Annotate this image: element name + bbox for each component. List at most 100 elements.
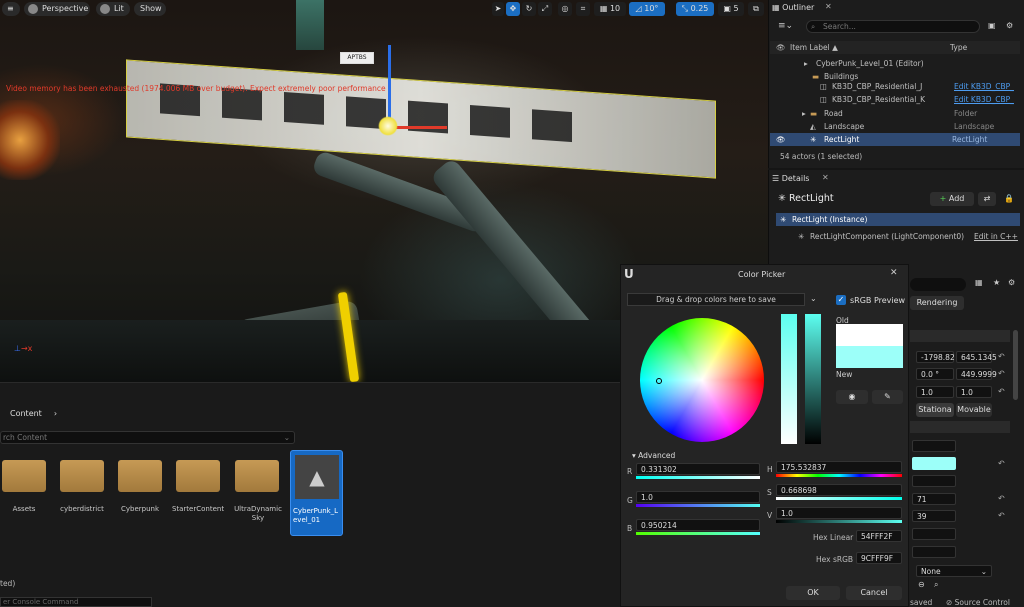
rotation-x-field[interactable]: 0.0 ° [916,368,954,380]
blueprint-button[interactable]: ⇄ [978,192,996,206]
color-wheel-cursor[interactable] [656,378,662,384]
settings-icon[interactable]: ⚙ [1006,21,1013,30]
ok-button[interactable]: OK [786,586,840,600]
tree-item-folder[interactable]: ▸ ▬ Road Folder [770,107,1020,120]
maximize-viewport-icon[interactable]: ⧉ [748,2,764,16]
eyedropper-button[interactable]: ✎ [872,390,903,404]
v-field[interactable]: 1.0 [776,507,902,519]
lock-icon[interactable]: 🔒 [1004,194,1014,203]
grid-snap-toggle[interactable]: ▦ 10 [594,2,626,16]
color-swatch-dropzone[interactable]: Drag & drop colors here to save [627,293,805,306]
filter-icon[interactable]: ≡⌄ [778,21,793,31]
light-color-swatch[interactable] [912,457,956,470]
close-icon[interactable]: ✕ [825,2,832,11]
outliner-tab[interactable]: ▦ Outliner [772,1,814,15]
folder-icon[interactable] [176,460,220,492]
close-icon[interactable]: ✕ [890,268,898,278]
favorites-star-icon[interactable]: ★ [993,278,1000,287]
rotate-tool-icon[interactable]: ↻ [522,2,536,16]
location-x-field[interactable]: -1798.82 [916,351,955,363]
grid-view-icon[interactable]: ▦ [975,278,983,287]
gizmo-x-axis[interactable] [392,126,447,129]
property-field[interactable] [912,546,956,558]
property-field[interactable] [912,440,956,452]
reset-icon[interactable]: ↶ [998,369,1005,378]
scale-y-field[interactable]: 1.0 [956,386,992,398]
back-icon[interactable]: ⊖ [918,580,925,589]
tree-item-actor[interactable]: ◭ Landscape Landscape [770,120,1020,133]
folder-icon[interactable] [235,460,279,492]
h-field[interactable]: 175.532837 [776,461,902,473]
folder-icon[interactable] [2,460,46,492]
property-field[interactable] [912,528,956,540]
tree-item-actor[interactable]: ◫ KB3D_CBP_Residential_J Edit KB3D_CBP_ [770,80,1020,93]
content-search-input[interactable]: rch Content ⌄ [0,431,295,444]
folder-icon[interactable] [60,460,104,492]
r-field[interactable]: 0.331302 [636,463,760,475]
settings-icon[interactable]: ⚙ [1008,278,1015,287]
mobility-movable[interactable]: Movable [956,403,992,417]
component-root[interactable]: ✳ RectLight (Instance) [776,213,1020,226]
s-field[interactable]: 0.668698 [776,484,902,496]
saturation-slider[interactable] [781,314,797,444]
details-scrollbar[interactable] [1013,330,1018,400]
tree-item-selected[interactable]: 👁 ✳ RectLight RectLight [770,133,1020,146]
world-space-icon[interactable]: ◎ [558,2,572,16]
add-component-button[interactable]: + Add [930,192,974,206]
eye-icon[interactable]: 👁 [776,133,786,146]
eye-icon[interactable]: 👁 [776,41,786,54]
outliner-search-input[interactable]: ⌕ Search... [806,20,980,33]
color-wheel[interactable] [640,318,764,442]
hex-srgb-field[interactable]: 9CFFF9F [856,552,902,564]
g-field[interactable]: 1.0 [636,491,760,503]
rect-light-icon[interactable] [378,116,398,136]
srgb-checkbox[interactable]: ✓ [836,295,846,305]
source-control-button[interactable]: ⊘ Source Control [946,598,1010,607]
property-field[interactable]: 39 [912,510,956,522]
value-slider[interactable] [805,314,821,444]
select-tool-icon[interactable]: ➤ [492,2,504,16]
show-button[interactable]: Show [134,2,166,16]
property-field[interactable] [912,475,956,487]
cancel-button[interactable]: Cancel [846,586,902,600]
tree-item-level[interactable]: ▸ CyberPunk_Level_01 (Editor) [770,57,1020,70]
component-item[interactable]: ✳ RectLightComponent (LightComponent0) Edi… [770,230,1020,243]
b-field[interactable]: 0.950214 [636,519,760,531]
chevron-down-icon[interactable]: ⌄ [810,294,817,303]
browse-icon[interactable]: ⌕ [934,580,938,590]
viewport-menu-button[interactable]: ≡ [2,2,20,16]
rotation-y-field[interactable]: 449.9999 [956,368,997,380]
tab-rendering[interactable]: Rendering [910,296,964,310]
surface-snap-icon[interactable]: ⌗ [576,2,590,16]
rotation-snap-toggle[interactable]: ◿ 10° [629,2,665,16]
reset-icon[interactable]: ↶ [998,352,1005,361]
details-tab[interactable]: ☰ Details [772,172,809,186]
none-dropdown[interactable]: None ⌄ [916,565,992,577]
asset-tile-selected[interactable]: ▲ CyberPunk_Level_01 [290,450,343,536]
mobility-stationary[interactable]: Stationa [916,403,954,417]
reset-icon[interactable]: ↶ [998,511,1005,520]
reset-icon[interactable]: ↶ [998,387,1005,396]
scale-snap-toggle[interactable]: ⤡ 0.25 [676,2,714,16]
close-icon[interactable]: ✕ [822,173,829,182]
scale-x-field[interactable]: 1.0 [916,386,954,398]
breadcrumb[interactable]: Content › [10,409,57,418]
folder-icon[interactable] [118,460,162,492]
reset-icon[interactable]: ↶ [998,459,1005,468]
expand-icon[interactable]: ▸ [802,107,806,120]
add-folder-icon[interactable]: ▣ [988,21,996,30]
move-tool-icon[interactable]: ✥ [506,2,520,16]
lit-button[interactable]: Lit [96,2,130,16]
property-field[interactable]: 71 [912,493,956,505]
camera-speed-button[interactable]: ▣ 5 [718,2,744,16]
details-search-input[interactable] [910,278,966,291]
location-y-field[interactable]: 645.1345 [956,351,997,363]
advanced-toggle[interactable]: ▾ Advanced [632,451,675,460]
scale-tool-icon[interactable]: ⤢ [538,2,552,16]
reset-icon[interactable]: ↶ [998,494,1005,503]
hex-linear-field[interactable]: 54FFF2F [856,530,902,542]
color-wheel-mode-button[interactable]: ◉ [836,390,868,404]
console-command-input[interactable]: er Console Command [0,597,152,607]
gizmo-z-axis[interactable] [388,45,391,125]
perspective-button[interactable]: Perspective [24,2,90,16]
